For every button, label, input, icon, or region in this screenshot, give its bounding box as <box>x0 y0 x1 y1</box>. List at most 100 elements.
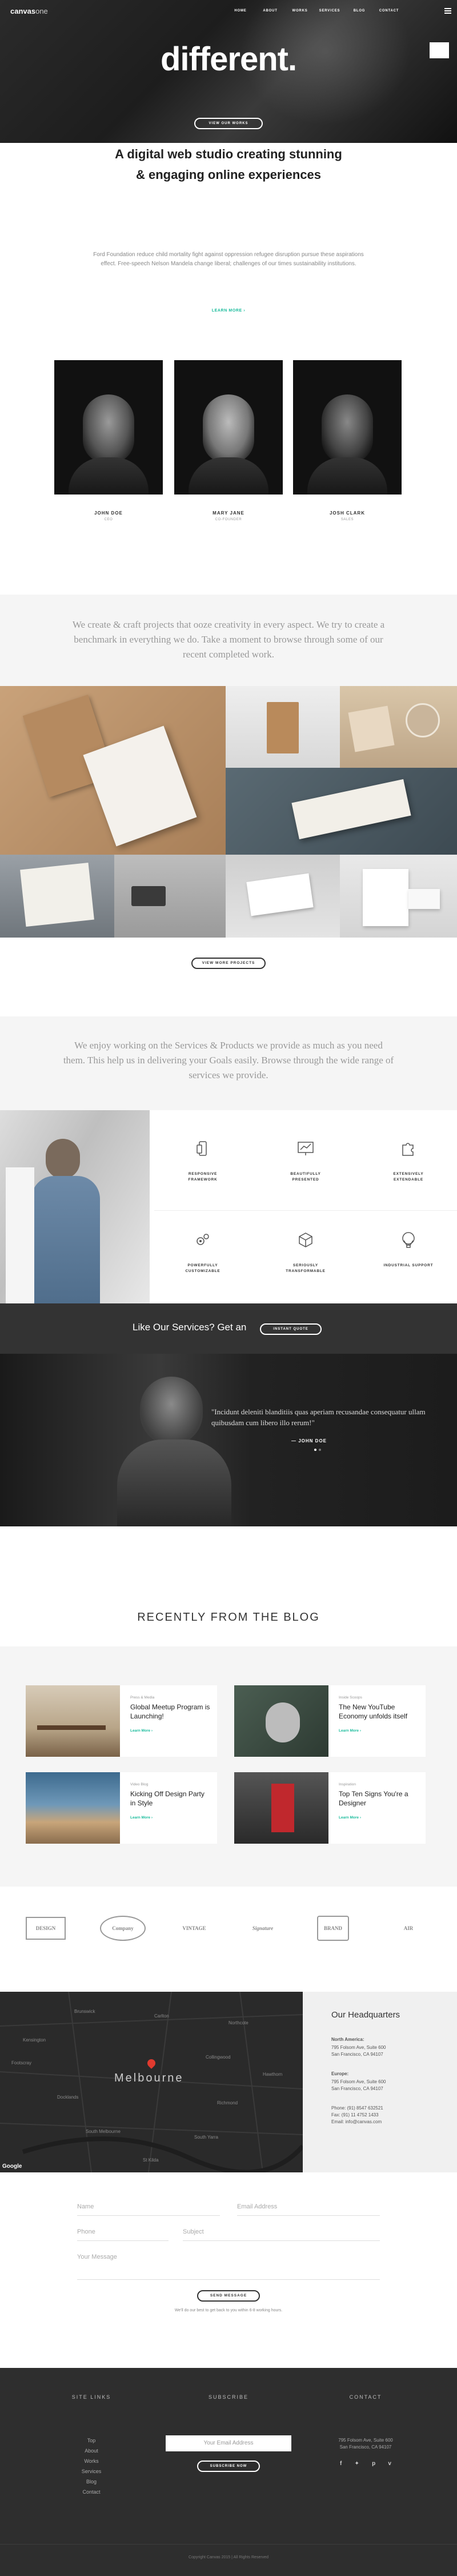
portfolio-tile[interactable] <box>114 855 226 938</box>
portfolio-tile[interactable] <box>340 686 457 768</box>
service-support: INDUSTRIAL SUPPORT <box>360 1209 457 1303</box>
nav-contact[interactable]: CONTACT <box>374 9 404 13</box>
service-beautiful: BEAUTIFULLY PRESENTED <box>257 1118 354 1212</box>
subscribe-heading: SUBSCRIBE <box>208 2394 248 2400</box>
cta-text: Like Our Services? Get an <box>133 1322 247 1333</box>
team-name: MARY JANE <box>213 511 244 516</box>
learn-more-link[interactable]: Learn More › <box>339 1816 361 1820</box>
fax-text: Fax: (91) 11 4752 1433 <box>331 2112 379 2118</box>
puzzle-icon <box>402 1143 414 1156</box>
phone-field[interactable]: Phone <box>77 2228 169 2241</box>
services-intro-text: We enjoy working on the Services & Produ… <box>63 1040 394 1080</box>
footer-link-blog[interactable]: Blog <box>57 2479 126 2485</box>
nav-about[interactable]: ABOUT <box>255 9 285 13</box>
facebook-icon[interactable]: f <box>340 2461 342 2467</box>
post-title[interactable]: Kicking Off Design Party in Style <box>130 1789 210 1808</box>
footer-link-top[interactable]: Top <box>57 2438 126 2443</box>
logo[interactable]: canvasone <box>10 7 48 15</box>
footer-divider <box>0 2544 457 2545</box>
location-map[interactable]: Brunswick Carlton Northcote Collingwood … <box>0 1992 303 2172</box>
copyright-text: Copyright Canvas 2015 | All Rights Reser… <box>189 2555 268 2559</box>
portfolio-tile[interactable] <box>226 686 340 768</box>
nav-blog[interactable]: BLOG <box>344 9 374 13</box>
client-logo[interactable]: Company <box>100 1916 146 1941</box>
nav-home[interactable]: HOME <box>226 9 255 13</box>
team-photo-josh <box>293 360 402 495</box>
learn-more-link[interactable]: Learn More › <box>339 1729 361 1733</box>
footer-link-about[interactable]: About <box>57 2448 126 2454</box>
gears-icon <box>197 1234 209 1245</box>
name-field[interactable]: Name <box>77 2203 220 2216</box>
footer-link-services[interactable]: Services <box>57 2469 126 2474</box>
post-thumbnail <box>234 1685 328 1757</box>
portfolio-tile[interactable] <box>226 855 340 938</box>
na-label: North America: <box>331 2037 364 2042</box>
nav-services[interactable]: SERVICES <box>315 9 344 13</box>
cta-band: Like Our Services? Get an INSTANT QUOTE <box>0 1303 457 1354</box>
learn-more-link[interactable]: Learn More › <box>130 1729 153 1733</box>
map-area-label: St Kilda <box>143 2158 159 2163</box>
map-area-label: Carlton <box>154 2013 169 2019</box>
team-role: CO-FOUNDER <box>215 518 242 521</box>
learn-more-link[interactable]: Learn More › <box>130 1816 153 1820</box>
subscribe-button[interactable]: SUBSCRIBE NOW <box>197 2461 260 2472</box>
view-works-button[interactable]: VIEW OUR WORKS <box>194 118 263 129</box>
cube-icon <box>299 1233 312 1247</box>
client-logo[interactable]: DESIGN <box>26 1917 66 1940</box>
phone-text: Phone: (91) 8547 632521 <box>331 2106 383 2111</box>
pinterest-icon[interactable]: p <box>372 2461 375 2467</box>
chart-monitor-icon <box>298 1142 314 1155</box>
post-title[interactable]: Top Ten Signs You're a Designer <box>339 1789 419 1808</box>
eu-address-line: San Francisco, CA 94107 <box>331 2086 383 2091</box>
footer-link-works[interactable]: Works <box>57 2458 126 2464</box>
portfolio-tile[interactable] <box>0 686 226 855</box>
client-logo[interactable]: Signature <box>243 1912 283 1944</box>
view-more-projects-button[interactable]: VIEW MORE PROJECTS <box>191 958 266 969</box>
slider-dots[interactable] <box>314 1449 321 1451</box>
team-name: JOHN DOE <box>94 511 123 516</box>
blog-post[interactable]: Video Blog Kicking Off Design Party in S… <box>26 1772 217 1844</box>
post-category: Press & Media <box>130 1696 155 1700</box>
blog-area <box>0 1646 457 1887</box>
map-city-label: Melbourne <box>114 2072 184 2084</box>
email-text[interactable]: Email: info@canvas.com <box>331 2119 446 2126</box>
client-logo[interactable]: BRAND <box>317 1916 349 1941</box>
intro-heading: A digital web studio creating stunning &… <box>115 147 342 182</box>
blog-post[interactable]: Press & Media Global Meetup Program is L… <box>26 1685 217 1757</box>
post-title[interactable]: The New YouTube Economy unfolds itself <box>339 1702 419 1721</box>
blog-post[interactable]: Inside Scoops The New YouTube Economy un… <box>234 1685 426 1757</box>
blog-post[interactable]: Inspiration Top Ten Signs You're a Desig… <box>234 1772 426 1844</box>
subscribe-email-input[interactable]: Your Email Address <box>166 2435 291 2451</box>
team-role: SALES <box>340 518 354 521</box>
client-logo[interactable]: AIR <box>388 1912 428 1944</box>
learn-more-link[interactable]: LEARN MORE › <box>200 309 257 313</box>
instant-quote-button[interactable]: INSTANT QUOTE <box>260 1323 322 1335</box>
footer-link-contact[interactable]: Contact <box>57 2489 126 2495</box>
map-area-label: Richmond <box>217 2100 238 2106</box>
contact-heading: CONTACT <box>349 2394 382 2400</box>
email-field[interactable]: Email Address <box>237 2203 380 2216</box>
na-address-line: 795 Folsom Ave, Suite 600 <box>331 2045 386 2050</box>
client-logo[interactable]: VINTAGE <box>174 1912 214 1944</box>
blog-heading: RECENTLY FROM THE BLOG <box>137 1611 320 1624</box>
testimonial-author: — JOHN DOE <box>291 1438 327 1443</box>
portfolio-tile[interactable] <box>0 855 114 938</box>
google-logo: Google <box>2 2163 22 2170</box>
portfolio-tile[interactable] <box>226 768 457 855</box>
contact-address-line: San Francisco, CA 94107 <box>339 2445 392 2450</box>
send-message-button[interactable]: SEND MESSAGE <box>197 2290 260 2302</box>
services-divider <box>154 1210 457 1211</box>
message-field[interactable]: Your Message <box>77 2254 380 2280</box>
subject-field[interactable]: Subject <box>183 2228 380 2241</box>
post-title[interactable]: Global Meetup Program is Launching! <box>130 1702 210 1721</box>
site-links-heading: SITE LINKS <box>71 2394 111 2400</box>
twitter-icon[interactable]: ✦ <box>355 2461 359 2467</box>
nav-works[interactable]: WORKS <box>285 9 315 13</box>
vimeo-icon[interactable]: v <box>388 2461 391 2467</box>
intro-paragraph: Ford Foundation reduce child mortality f… <box>93 252 364 267</box>
service-responsive: RESPONSIVE FRAMEWORK <box>154 1118 251 1212</box>
post-category: Inside Scoops <box>339 1696 362 1700</box>
menu-icon[interactable] <box>444 8 451 14</box>
side-panel-tab[interactable] <box>430 42 449 58</box>
portfolio-tile[interactable] <box>340 855 457 938</box>
